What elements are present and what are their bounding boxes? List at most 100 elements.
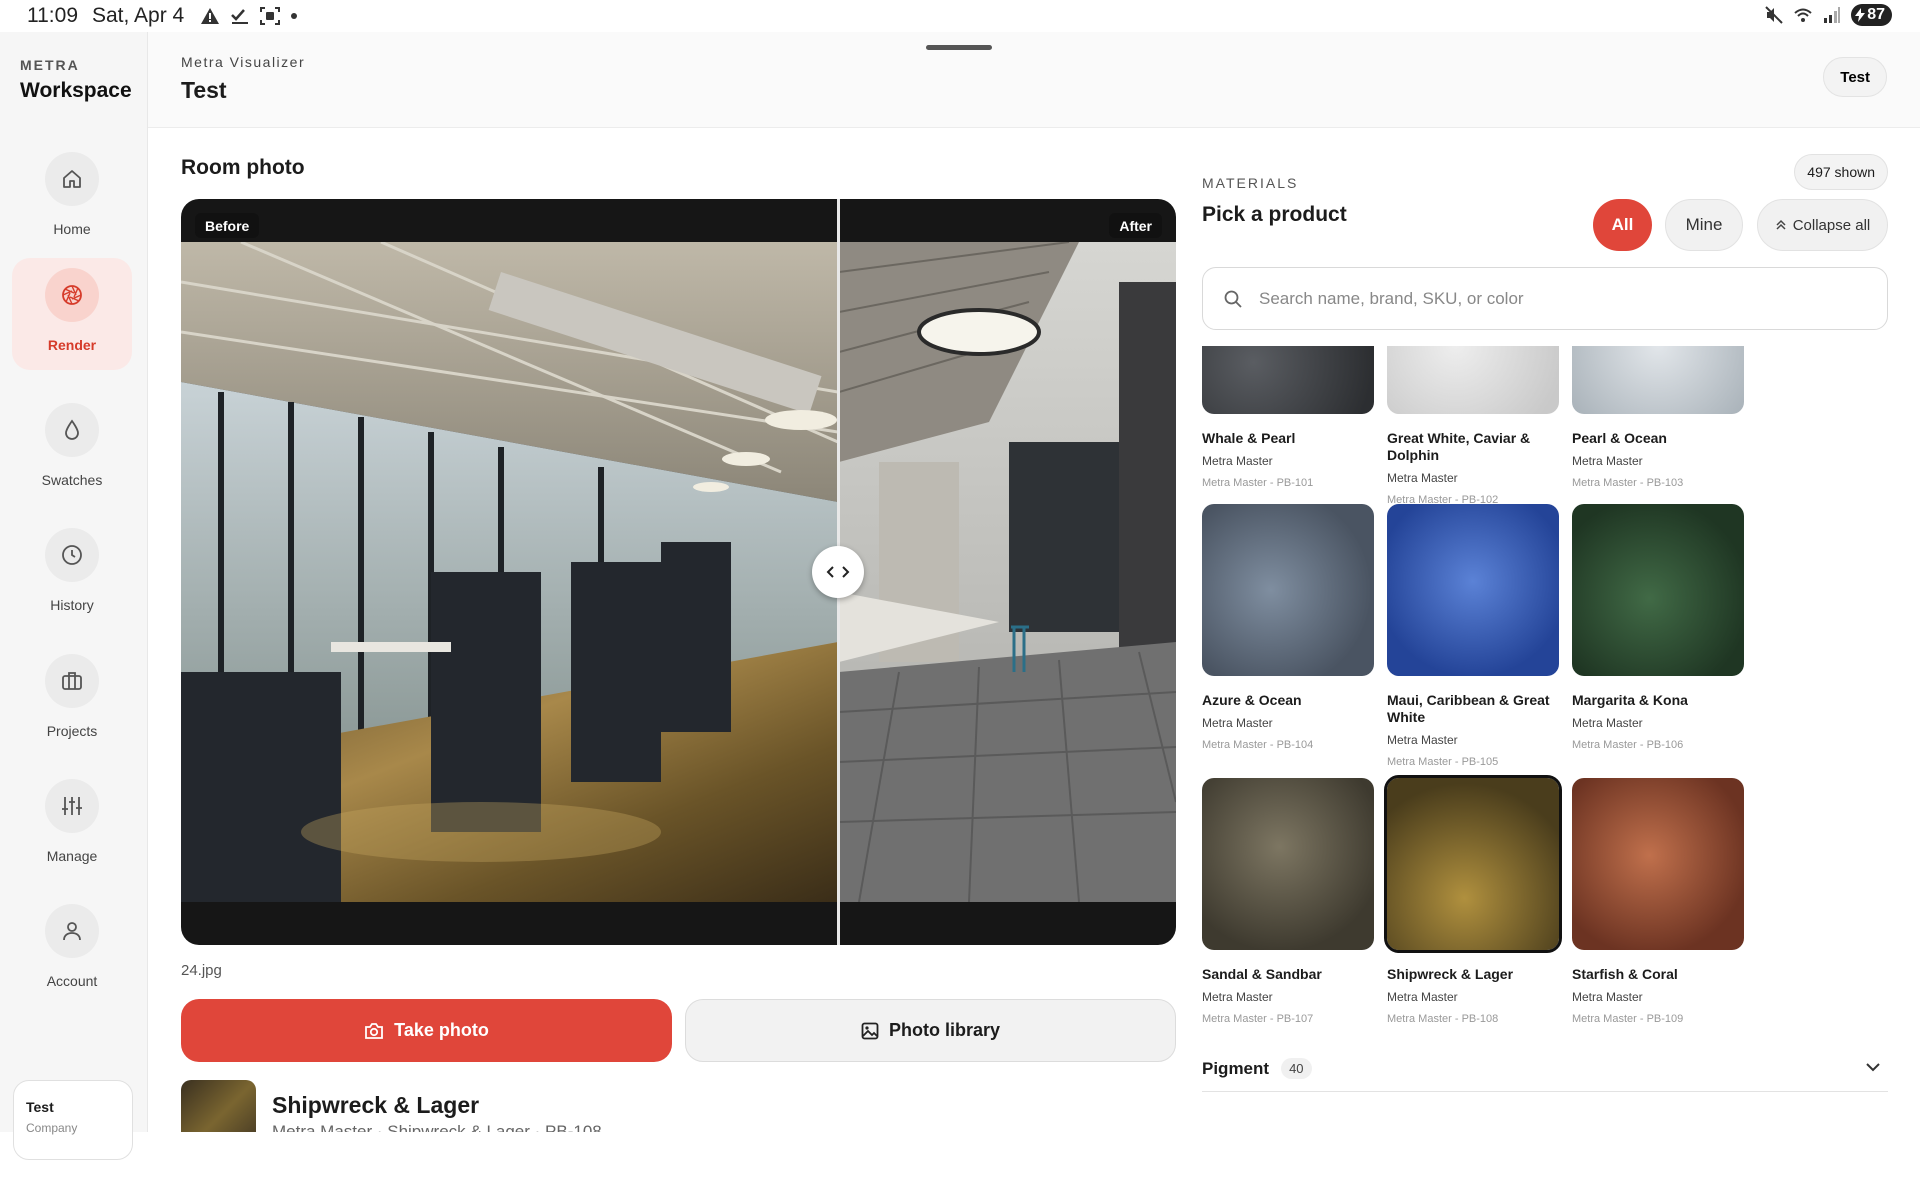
page-title: Test [181, 77, 227, 103]
product-sku: Metra Master - PB-104 [1202, 739, 1314, 751]
product-card[interactable]: Whale & Pearl Metra Master Metra Master … [1202, 346, 1374, 489]
search-input[interactable] [1259, 288, 1859, 309]
chevrons-up-icon [1776, 219, 1786, 230]
product-swatch [1387, 346, 1559, 414]
product-card[interactable]: Starfish & Coral Metra Master Metra Mast… [1572, 778, 1744, 1025]
materials-overline: MATERIALS [1202, 175, 1299, 191]
materials-title: Pick a product [1202, 203, 1347, 226]
collapse-all-label: Collapse all [1792, 216, 1871, 234]
product-name: Starfish & Coral [1572, 966, 1678, 982]
briefcase-icon [62, 672, 82, 690]
product-swatch [1384, 775, 1562, 953]
brand: METRA Workspace [20, 57, 132, 103]
product-card[interactable]: Sandal & Sandbar Metra Master Metra Mast… [1202, 778, 1374, 1025]
sidebar-item-account[interactable]: Account [12, 894, 132, 1006]
chevron-left-right-icon [826, 566, 850, 578]
product-brand: Metra Master [1572, 454, 1643, 468]
product-swatch [1572, 346, 1744, 414]
filter-all-chip[interactable]: All [1593, 199, 1652, 251]
status-date: Sat, Apr 4 [92, 4, 185, 27]
battery-indicator: 87 [1851, 4, 1892, 26]
product-brand: Metra Master [1387, 471, 1458, 485]
user-card[interactable]: Test Company [13, 1080, 133, 1160]
before-label: Before [195, 213, 260, 238]
filter-mine-chip[interactable]: Mine [1665, 199, 1743, 251]
app-subtitle: Metra Visualizer [181, 54, 306, 70]
product-name: Shipwreck & Lager [1387, 966, 1514, 982]
mute-icon [1765, 6, 1783, 24]
product-sku: Metra Master - PB-109 [1572, 1013, 1684, 1025]
pigment-section-header[interactable]: Pigment 40 [1202, 1046, 1888, 1092]
product-name: Great White, Caviar & Dolphin [1387, 430, 1531, 463]
selected-product: Shipwreck & Lager Metra Master · Shipwre… [181, 1080, 1176, 1132]
product-sku: Metra Master - PB-101 [1202, 477, 1314, 489]
selected-product-name: Shipwreck & Lager [272, 1092, 480, 1118]
pigment-label: Pigment [1202, 1058, 1270, 1078]
product-sku: Metra Master - PB-108 [1387, 1013, 1499, 1025]
sidebar-item-history[interactable]: History [12, 518, 132, 630]
product-brand: Metra Master [1387, 990, 1458, 1004]
product-brand: Metra Master [1387, 733, 1458, 747]
wifi-icon [1794, 8, 1812, 22]
take-photo-button[interactable]: Take photo [181, 999, 672, 1062]
sidebar-item-label: Home [53, 221, 91, 237]
selected-product-thumbnail [181, 1080, 256, 1132]
sidebar: METRA Workspace Home Render Swatches His… [0, 32, 148, 1160]
system-icons: 87 [1765, 4, 1892, 26]
sidebar-item-home[interactable]: Home [12, 142, 132, 254]
product-name: Margarita & Kona [1572, 692, 1688, 708]
product-swatch [1202, 346, 1374, 414]
selected-product-meta: Metra Master · Shipwreck & Lager · PB-10… [272, 1122, 602, 1132]
app-header: Metra Visualizer Test Test [148, 32, 1920, 128]
battery-level: 87 [1867, 6, 1885, 23]
sidebar-item-manage[interactable]: Manage [12, 769, 132, 881]
drag-handle[interactable] [926, 45, 992, 50]
photo-library-label: Photo library [888, 1020, 1000, 1040]
before-after-viewer[interactable]: Before After [181, 199, 1176, 945]
screenshot-icon [260, 7, 281, 25]
pigment-count-badge: 40 [1281, 1058, 1312, 1079]
product-card[interactable]: Maui, Caribbean & Great White Metra Mast… [1387, 504, 1559, 768]
after-label: After [1109, 213, 1162, 238]
sidebar-item-projects[interactable]: Projects [12, 644, 132, 756]
brand-small: METRA [20, 57, 80, 73]
sidebar-item-label: Projects [46, 723, 98, 739]
product-card[interactable]: Great White, Caviar & Dolphin Metra Mast… [1387, 346, 1559, 506]
take-photo-label: Take photo [394, 1020, 489, 1040]
product-swatch [1572, 504, 1744, 676]
sliders-icon [62, 797, 82, 815]
user-menu-button[interactable]: Test [1823, 57, 1887, 97]
product-sku: Metra Master - PB-107 [1202, 1013, 1314, 1025]
search-icon [1224, 290, 1242, 308]
after-photo [839, 242, 1176, 902]
user-name: Test [26, 1099, 54, 1115]
photo-library-button[interactable]: Photo library [685, 999, 1176, 1062]
product-name: Maui, Caribbean & Great White [1387, 692, 1550, 725]
collapse-all-button[interactable]: Collapse all [1757, 199, 1888, 251]
product-card[interactable]: Azure & Ocean Metra Master Metra Master … [1202, 504, 1374, 751]
sidebar-item-render[interactable]: Render [12, 258, 132, 370]
status-time: 11:09 [27, 4, 78, 27]
product-name: Sandal & Sandbar [1202, 966, 1322, 982]
product-card-selected[interactable]: Shipwreck & Lager Metra Master Metra Mas… [1384, 775, 1562, 1025]
user-company: Company [26, 1121, 78, 1135]
sidebar-item-label: History [50, 597, 94, 613]
camera-icon [365, 1022, 384, 1039]
sidebar-item-label: Account [46, 973, 98, 989]
aperture-icon [62, 285, 82, 305]
product-card[interactable]: Pearl & Ocean Metra Master Metra Master … [1572, 346, 1744, 489]
product-brand: Metra Master [1572, 716, 1643, 730]
product-brand: Metra Master [1202, 454, 1273, 468]
photo-filename: 24.jpg [181, 962, 222, 979]
product-sku: Metra Master - PB-106 [1572, 739, 1684, 751]
chevron-down-icon [1866, 1063, 1880, 1072]
product-swatch [1202, 778, 1374, 950]
sidebar-item-label: Render [47, 337, 97, 353]
home-icon [63, 170, 81, 188]
sidebar-item-swatches[interactable]: Swatches [12, 393, 132, 505]
product-search[interactable] [1202, 267, 1888, 330]
product-card[interactable]: Margarita & Kona Metra Master Metra Mast… [1572, 504, 1744, 751]
sidebar-item-label: Swatches [41, 472, 103, 488]
product-swatch [1572, 778, 1744, 950]
split-handle[interactable] [812, 546, 864, 598]
